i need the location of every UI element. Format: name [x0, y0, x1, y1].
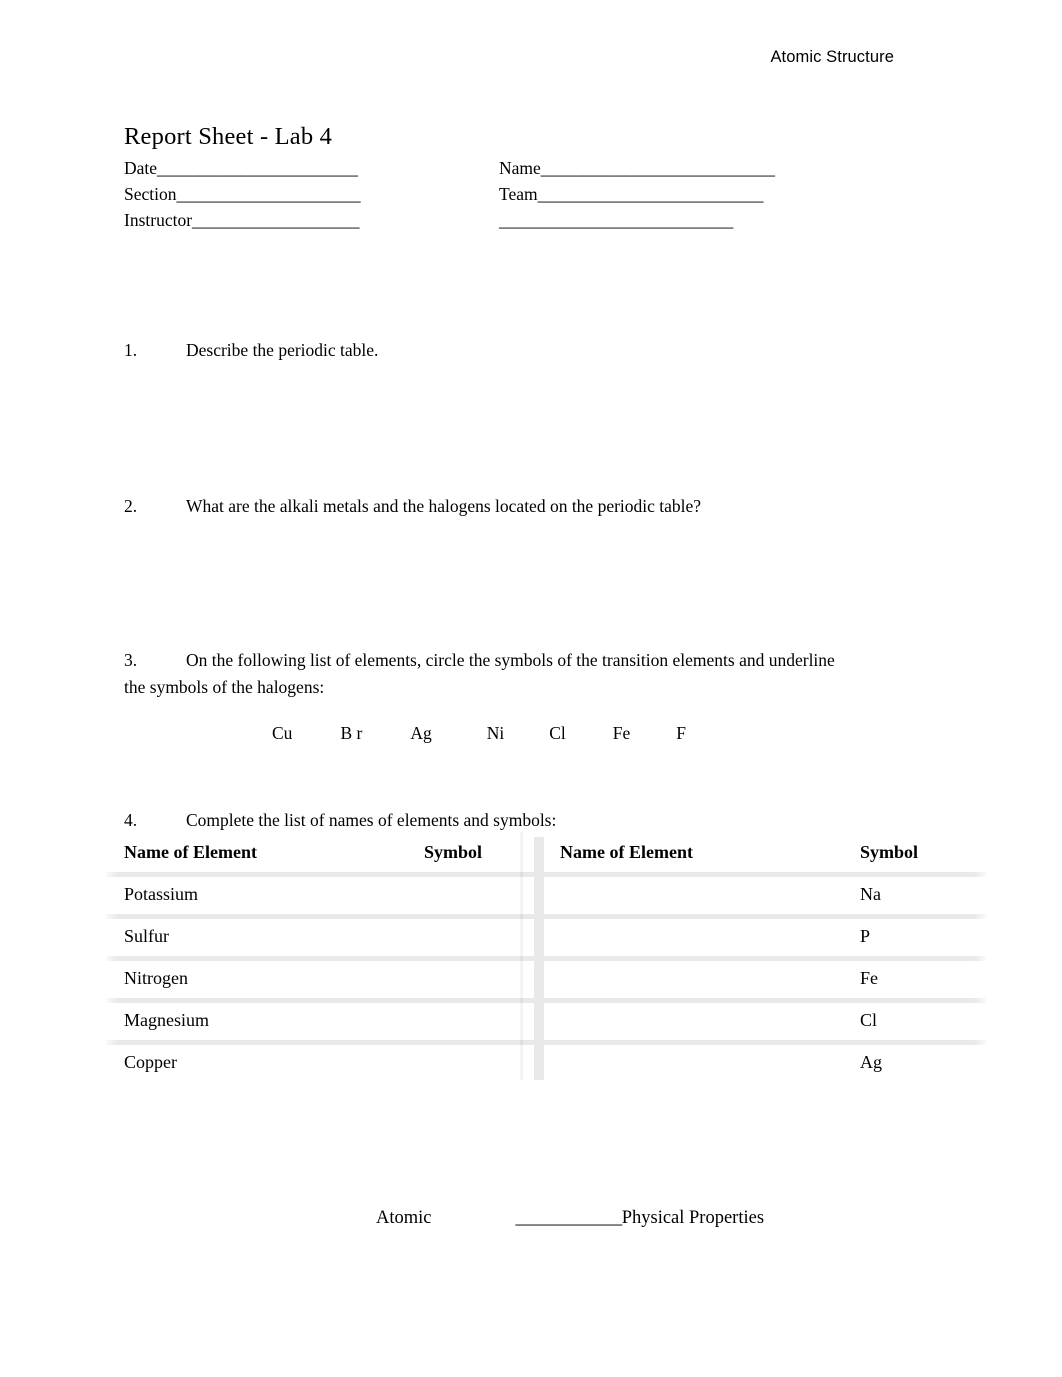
table-column-gap	[534, 1045, 544, 1082]
cell-symbol-right: Na	[860, 877, 990, 914]
question-1-text: Describe the periodic table.	[186, 340, 379, 360]
field-section-label: Section	[124, 184, 177, 204]
column-header-name-left: Name of Element	[106, 835, 424, 872]
cell-symbol-right: Ag	[860, 1045, 990, 1082]
question-2-text: What are the alkali metals and the halog…	[186, 496, 702, 516]
field-section-rule[interactable]: ______________________	[177, 184, 361, 204]
element-symbol-list: Cu B r Ag Ni Cl Fe F	[124, 723, 954, 744]
cell-symbol-left[interactable]	[424, 1003, 534, 1040]
field-instructor-label: Instructor	[124, 210, 193, 230]
table-row: Sulfur P	[106, 919, 990, 956]
form-row-instructor-extra: Instructor____________________ _________…	[124, 210, 944, 236]
cell-symbol-left[interactable]	[424, 877, 534, 914]
field-date-rule[interactable]: ________________________	[157, 158, 358, 178]
element-symbol[interactable]: F	[676, 723, 686, 744]
field-team: Team___________________________	[499, 184, 763, 205]
field-name: Name____________________________	[499, 158, 775, 179]
cell-name-right[interactable]	[544, 1003, 860, 1040]
cell-name-right[interactable]	[544, 961, 860, 998]
table-top-edge	[106, 830, 986, 837]
table-column-gap	[534, 961, 544, 998]
element-symbol[interactable]: Ag	[410, 723, 431, 744]
element-symbol[interactable]: Ni	[487, 723, 505, 744]
question-2-number: 2.	[124, 496, 138, 516]
cell-symbol-left[interactable]	[424, 961, 534, 998]
table-column-gap	[534, 835, 544, 872]
question-3-text-line2: the symbols of the halogens:	[124, 677, 325, 698]
field-date-label: Date	[124, 158, 158, 178]
field-name-label: Name	[499, 158, 541, 178]
field-team-rule[interactable]: ___________________________	[538, 184, 764, 204]
elements-table: Name of Element Symbol Name of Element S…	[106, 830, 990, 1087]
cell-name-right[interactable]	[544, 919, 860, 956]
field-section: Section______________________	[124, 184, 361, 205]
cell-symbol-right: Fe	[860, 961, 990, 998]
question-3-number: 3.	[124, 650, 138, 670]
question-3: 3. On the following list of elements, cir…	[124, 647, 954, 701]
field-date: Date________________________	[124, 158, 358, 179]
table-row: Copper Ag	[106, 1045, 990, 1082]
field-instructor-rule[interactable]: ____________________	[192, 210, 359, 230]
table-row: Magnesium Cl	[106, 1003, 990, 1040]
element-symbol[interactable]: B r	[340, 723, 362, 744]
table-row: Nitrogen Fe	[106, 961, 990, 998]
footer-left-text: Atomic	[376, 1208, 432, 1228]
field-extra-blank: ____________________________	[499, 210, 733, 231]
cell-name-left: Nitrogen	[106, 961, 424, 998]
table-column-gap	[534, 1003, 544, 1040]
form-fields-block: Date________________________ Name_______…	[124, 158, 944, 236]
cell-name-right[interactable]	[544, 877, 860, 914]
table-column-gap	[534, 877, 544, 914]
table-vertical-divider	[520, 832, 523, 1085]
cell-name-left: Sulfur	[106, 919, 424, 956]
footer-properties-line: Atomic ____________Physical Properties	[376, 1208, 764, 1229]
field-extra-blank-rule[interactable]: ____________________________	[499, 210, 733, 230]
cell-name-right[interactable]	[544, 1045, 860, 1082]
element-symbol[interactable]: Cl	[549, 723, 566, 744]
table-column-gap	[534, 919, 544, 956]
cell-name-left: Potassium	[106, 877, 424, 914]
question-4-text: Complete the list of names of elements a…	[186, 810, 557, 830]
form-row-section-team: Section______________________ Team______…	[124, 184, 944, 210]
table-header-row: Name of Element Symbol Name of Element S…	[106, 835, 990, 872]
cell-name-left: Copper	[106, 1045, 424, 1082]
element-symbol[interactable]: Fe	[613, 723, 631, 744]
footer-right-text: Physical Properties	[621, 1208, 765, 1228]
cell-symbol-right: P	[860, 919, 990, 956]
running-header: Atomic Structure	[770, 48, 894, 66]
field-team-label: Team	[499, 184, 538, 204]
cell-symbol-left[interactable]	[424, 1045, 534, 1082]
form-row-date-name: Date________________________ Name_______…	[124, 158, 944, 184]
cell-symbol-left[interactable]	[424, 919, 534, 956]
page-title: Report Sheet - Lab 4	[124, 123, 333, 150]
cell-symbol-right: Cl	[860, 1003, 990, 1040]
cell-name-left: Magnesium	[106, 1003, 424, 1040]
table-bottom-edge	[106, 1080, 986, 1087]
column-header-name-right: Name of Element	[544, 835, 860, 872]
field-instructor: Instructor____________________	[124, 210, 359, 231]
document-page: Atomic Structure Report Sheet - Lab 4 Da…	[0, 0, 1062, 1377]
column-header-symbol-left: Symbol	[424, 835, 534, 872]
element-symbol[interactable]: Cu	[272, 723, 292, 744]
question-1: 1. Describe the periodic table.	[124, 337, 944, 364]
field-name-rule[interactable]: ____________________________	[541, 158, 775, 178]
table-row: Potassium Na	[106, 877, 990, 914]
footer-rule[interactable]: ____________	[516, 1208, 623, 1228]
question-3-text-line1: On the following list of elements, circl…	[186, 650, 835, 670]
question-1-number: 1.	[124, 340, 138, 360]
column-header-symbol-right: Symbol	[860, 835, 990, 872]
question-2: 2. What are the alkali metals and the hal…	[124, 493, 964, 520]
